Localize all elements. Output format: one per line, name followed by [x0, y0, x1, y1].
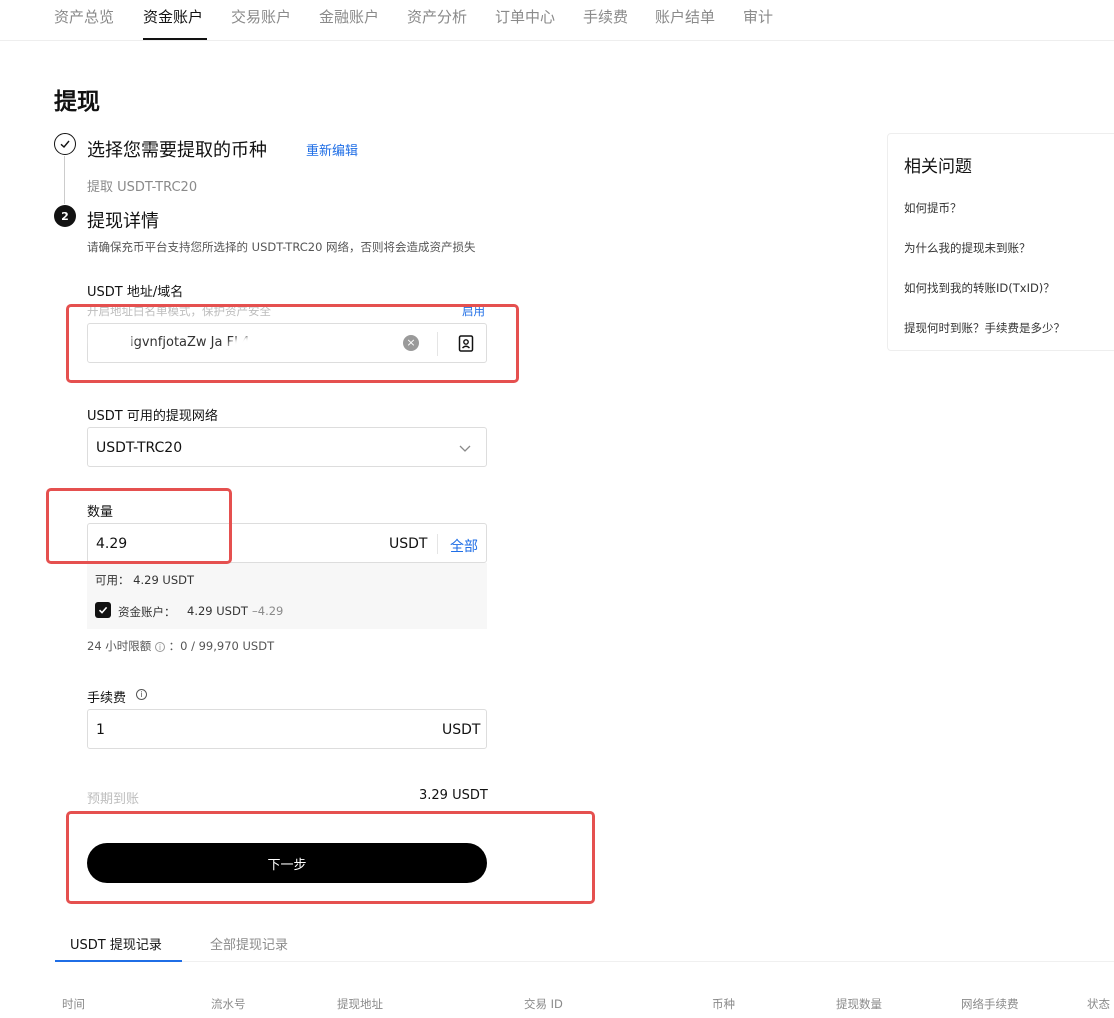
- faq-panel: 相关问题 如何提币？ 为什么我的提现未到账？ 如何找到我的转账ID(TxID)？…: [887, 133, 1114, 351]
- nav-order-center[interactable]: 订单中心: [495, 6, 555, 27]
- column-header-coin: 币种: [712, 997, 735, 1011]
- nav-asset-analysis[interactable]: 资产分析: [407, 6, 467, 27]
- step1-check-icon: [54, 133, 76, 155]
- fee-unit: USDT: [442, 722, 481, 738]
- info-icon[interactable]: i: [136, 689, 147, 700]
- nav-statements[interactable]: 账户结单: [655, 6, 715, 27]
- amount-unit: USDT: [389, 536, 428, 552]
- step1-title: 选择您需要提取的币种: [87, 140, 267, 161]
- field-divider: [437, 534, 438, 554]
- chevron-down-icon: [459, 445, 471, 452]
- column-header-time: 时间: [62, 997, 85, 1011]
- nav-audit[interactable]: 审计: [743, 6, 773, 27]
- daily-limit: 24 小时限额 i ：0 / 99,970 USDT: [87, 638, 274, 654]
- funding-account-amount: 4.29 USDT: [187, 604, 248, 618]
- step2-title: 提现详情: [87, 211, 159, 232]
- network-value: USDT-TRC20: [96, 440, 183, 456]
- funding-account-label: 资金账户：: [118, 605, 176, 619]
- network-warning: 请确保充币平台支持您所选择的 USDT-TRC20 网络，否则将会造成资产损失: [87, 240, 476, 254]
- network-label: USDT 可用的提现网络: [87, 409, 218, 424]
- info-icon[interactable]: i: [154, 641, 165, 652]
- column-header-serial: 流水号: [211, 997, 246, 1011]
- top-nav: 资产总览 资金账户 交易账户 金融账户 资产分析 订单中心 手续费 账户结单 审…: [0, 0, 1114, 41]
- funding-account-checkbox[interactable]: [95, 602, 111, 618]
- address-label: USDT 地址/域名: [87, 285, 184, 300]
- highlight-box: [46, 488, 232, 564]
- selected-coin: 提取 USDT-TRC20: [87, 180, 198, 195]
- fee-input[interactable]: 1 USDT: [87, 709, 487, 749]
- fee-value: 1: [96, 722, 105, 738]
- highlight-box: [66, 304, 519, 383]
- column-header-txid: 交易 ID: [524, 997, 563, 1011]
- fee-label: 手续费: [87, 691, 127, 706]
- step2-number-badge: 2: [54, 205, 76, 227]
- expected-arrival-value: 3.29 USDT: [419, 788, 488, 803]
- column-header-address: 提现地址: [337, 997, 383, 1011]
- available-balance: 可用： 4.29 USDT: [95, 573, 195, 587]
- tab-all-records[interactable]: 全部提现记录: [210, 934, 288, 953]
- funding-account-delta: –4.29: [252, 604, 284, 618]
- tab-usdt-records[interactable]: USDT 提现记录: [70, 934, 162, 953]
- daily-limit-value: ：0 / 99,970 USDT: [168, 639, 275, 653]
- nav-fees[interactable]: 手续费: [583, 6, 628, 27]
- highlight-box: [66, 811, 595, 904]
- nav-funding-account[interactable]: 资金账户: [143, 6, 203, 27]
- faq-item[interactable]: 如何提币？: [904, 200, 962, 216]
- faq-item[interactable]: 如何找到我的转账ID(TxID)？: [904, 280, 1055, 296]
- active-tab-indicator: [55, 960, 182, 962]
- max-amount-button[interactable]: 全部: [450, 536, 478, 556]
- nav-active-indicator: [143, 38, 207, 40]
- faq-item[interactable]: 提现何时到账？手续费是多少？: [904, 320, 1065, 336]
- column-header-amount: 提现数量: [836, 997, 882, 1011]
- expected-arrival-label: 预期到账: [87, 792, 140, 807]
- page-title: 提现: [54, 89, 100, 115]
- faq-item[interactable]: 为什么我的提现未到账？: [904, 240, 1031, 256]
- step-connector: [64, 156, 65, 204]
- reedit-link[interactable]: 重新编辑: [306, 140, 358, 159]
- nav-asset-overview[interactable]: 资产总览: [54, 6, 114, 27]
- nav-earn-account[interactable]: 金融账户: [319, 6, 379, 27]
- tabs-divider: [55, 961, 1114, 962]
- available-balance-panel: 可用： 4.29 USDT 资金账户： 4.29 USDT –4.29: [87, 563, 487, 629]
- nav-trading-account[interactable]: 交易账户: [231, 6, 291, 27]
- network-select[interactable]: USDT-TRC20: [87, 427, 487, 467]
- column-header-status: 状态: [1087, 997, 1110, 1011]
- daily-limit-label: 24 小时限额: [87, 639, 152, 653]
- faq-title: 相关问题: [904, 157, 972, 177]
- column-header-network-fee: 网络手续费: [961, 997, 1019, 1011]
